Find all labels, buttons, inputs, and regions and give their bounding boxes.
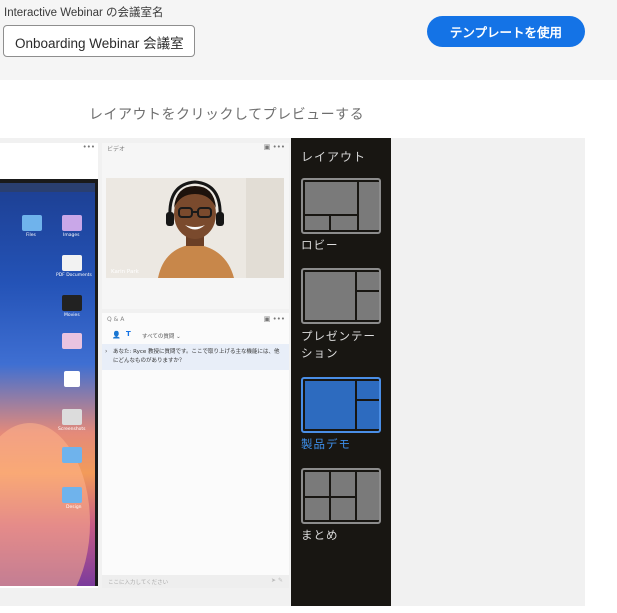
layout-label-wrap-up[interactable]: まとめ [301, 527, 386, 544]
user-icon[interactable]: 👤 [112, 331, 121, 339]
layout-thumb-product-demo[interactable] [301, 377, 381, 433]
layout-preview: ••• Files Images PDF Documents Movies Sc… [0, 138, 585, 606]
layout-thumb-lobby[interactable] [301, 178, 381, 234]
desktop-menubar [0, 183, 95, 192]
text-format-icon[interactable]: T [126, 330, 131, 338]
image-file-icon [62, 333, 82, 349]
shared-desktop: Files Images PDF Documents Movies Screen… [0, 179, 98, 586]
question-filter-dropdown[interactable]: すべての質問 ⌄ [142, 332, 181, 340]
screen-share-pod: ••• Files Images PDF Documents Movies Sc… [0, 143, 98, 588]
layouts-title: レイアウト [301, 150, 367, 164]
desktop-icon-label: Images [63, 233, 80, 238]
layout-label-lobby[interactable]: ロビー [301, 237, 386, 254]
pod-options-icon[interactable]: ▣ ••• [264, 315, 285, 323]
image-file-icon [62, 215, 82, 231]
pod-options-icon[interactable]: ▣ ••• [264, 143, 285, 151]
layouts-rail: レイアウト ロビー プレゼンテーション 製品デモ まとめ [291, 138, 391, 606]
participant-video: Karin Park [106, 178, 284, 278]
participant-avatar-icon [106, 178, 284, 278]
room-name-label: Interactive Webinar の会議室名 [4, 7, 164, 19]
layout-thumb-presentation[interactable] [301, 268, 381, 324]
use-template-button[interactable]: テンプレートを使用 [427, 16, 585, 47]
video-pod-title: ビデオ [107, 146, 126, 153]
folder-icon [62, 487, 82, 503]
qa-pod-title: Q & A [107, 316, 125, 323]
qa-question-item[interactable]: › あなた: Ryce 教授に質問です。ここで取り上げる主な機能には、他にどんな… [102, 344, 289, 370]
qa-pod: Q & A ▣ ••• 👤 T すべての質問 ⌄ › あなた: Ryce 教授に… [102, 313, 289, 588]
question-filter-label: すべての質問 [142, 334, 175, 340]
header: Interactive Webinar の会議室名 Onboarding Web… [0, 0, 617, 80]
desktop-icon-label: Movies [64, 313, 80, 318]
layout-label-presentation[interactable]: プレゼンテーション [301, 328, 386, 362]
chevron-right-icon: › [105, 348, 108, 355]
document-icon [64, 371, 80, 387]
desktop-icon-label: PDF Documents [56, 273, 92, 278]
desktop-icon-label: Files [26, 233, 36, 238]
share-pod-bar: ••• [0, 143, 98, 153]
more-options-icon[interactable]: ••• [83, 143, 95, 151]
qa-input-placeholder: ここに入力してください [108, 580, 169, 586]
desktop-icon-label: Design [66, 505, 82, 510]
screenshot-icon [62, 409, 82, 425]
qa-toolbar: 👤 T すべての質問 ⌄ [102, 329, 289, 343]
folder-icon [62, 447, 82, 463]
room-name-input[interactable]: Onboarding Webinar 会議室 [3, 25, 195, 57]
layout-thumb-wrap-up[interactable] [301, 468, 381, 524]
participant-name: Karin Park [111, 269, 139, 275]
layout-label-product-demo[interactable]: 製品デモ [301, 436, 386, 453]
movie-file-icon [62, 295, 82, 311]
folder-icon [22, 215, 42, 231]
desktop-icon-label: Screenshots [58, 427, 86, 432]
qa-input-field[interactable]: ここに入力してください ➤ ✎ [102, 575, 289, 588]
video-pod: ビデオ ▣ ••• Karin Park [102, 143, 289, 309]
send-icon[interactable]: ➤ ✎ [271, 577, 283, 584]
question-text: あなた: Ryce 教授に質問です。ここで取り上げる主な機能には、他にどんなもの… [113, 349, 280, 364]
pdf-file-icon [62, 255, 82, 271]
preview-hint: レイアウトをクリックしてプレビューする [89, 107, 365, 123]
